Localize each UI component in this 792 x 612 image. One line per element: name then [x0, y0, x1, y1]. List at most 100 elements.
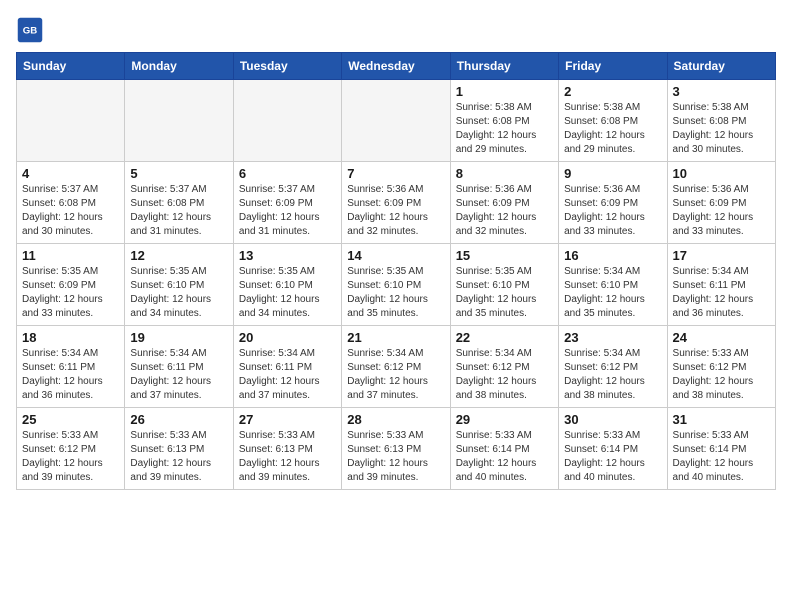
- day-info: Sunrise: 5:35 AM Sunset: 6:10 PM Dayligh…: [130, 265, 227, 321]
- calendar-cell: 29 Sunrise: 5:33 AM Sunset: 6:14 PM Dayli…: [450, 408, 558, 490]
- day-number: 5: [130, 166, 227, 181]
- day-number: 27: [239, 412, 336, 427]
- day-number: 16: [564, 248, 661, 263]
- calendar-cell: [125, 80, 233, 162]
- day-number: 23: [564, 330, 661, 345]
- logo-icon: GB: [16, 16, 44, 44]
- day-info: Sunrise: 5:36 AM Sunset: 6:09 PM Dayligh…: [456, 183, 553, 239]
- day-number: 9: [564, 166, 661, 181]
- day-number: 30: [564, 412, 661, 427]
- calendar-table: SundayMondayTuesdayWednesdayThursdayFrid…: [16, 52, 776, 490]
- svg-text:GB: GB: [23, 26, 37, 37]
- header-wednesday: Wednesday: [342, 53, 450, 80]
- day-info: Sunrise: 5:34 AM Sunset: 6:12 PM Dayligh…: [347, 347, 444, 403]
- calendar-week-3: 11 Sunrise: 5:35 AM Sunset: 6:09 PM Dayli…: [17, 244, 776, 326]
- calendar-cell: 12 Sunrise: 5:35 AM Sunset: 6:10 PM Dayli…: [125, 244, 233, 326]
- calendar-cell: 6 Sunrise: 5:37 AM Sunset: 6:09 PM Daylig…: [233, 162, 341, 244]
- day-number: 12: [130, 248, 227, 263]
- day-number: 3: [673, 84, 770, 99]
- calendar-week-5: 25 Sunrise: 5:33 AM Sunset: 6:12 PM Dayli…: [17, 408, 776, 490]
- calendar-cell: [233, 80, 341, 162]
- calendar-cell: 13 Sunrise: 5:35 AM Sunset: 6:10 PM Dayli…: [233, 244, 341, 326]
- day-info: Sunrise: 5:34 AM Sunset: 6:11 PM Dayligh…: [673, 265, 770, 321]
- calendar-cell: 30Sunrise: 5:33 AM Sunset: 6:14 PM Dayli…: [559, 408, 667, 490]
- calendar-cell: 5 Sunrise: 5:37 AM Sunset: 6:08 PM Daylig…: [125, 162, 233, 244]
- day-info: Sunrise: 5:37 AM Sunset: 6:08 PM Dayligh…: [130, 183, 227, 239]
- day-info: Sunrise: 5:33 AM Sunset: 6:13 PM Dayligh…: [239, 429, 336, 485]
- calendar-header-row: SundayMondayTuesdayWednesdayThursdayFrid…: [17, 53, 776, 80]
- day-info: Sunrise: 5:33 AM Sunset: 6:13 PM Dayligh…: [130, 429, 227, 485]
- day-info: Sunrise: 5:34 AM Sunset: 6:11 PM Dayligh…: [130, 347, 227, 403]
- calendar-week-1: 1Sunrise: 5:38 AM Sunset: 6:08 PM Daylig…: [17, 80, 776, 162]
- day-number: 20: [239, 330, 336, 345]
- calendar-cell: 15 Sunrise: 5:35 AM Sunset: 6:10 PM Dayli…: [450, 244, 558, 326]
- calendar-cell: 7Sunrise: 5:36 AM Sunset: 6:09 PM Daylig…: [342, 162, 450, 244]
- day-number: 21: [347, 330, 444, 345]
- day-info: Sunrise: 5:37 AM Sunset: 6:09 PM Dayligh…: [239, 183, 336, 239]
- day-number: 6: [239, 166, 336, 181]
- day-number: 22: [456, 330, 553, 345]
- day-number: 15: [456, 248, 553, 263]
- calendar-cell: 28 Sunrise: 5:33 AM Sunset: 6:13 PM Dayli…: [342, 408, 450, 490]
- day-number: 29: [456, 412, 553, 427]
- page-header: GB: [16, 16, 776, 44]
- calendar-cell: 8Sunrise: 5:36 AM Sunset: 6:09 PM Daylig…: [450, 162, 558, 244]
- calendar-cell: 31 Sunrise: 5:33 AM Sunset: 6:14 PM Dayli…: [667, 408, 775, 490]
- calendar-cell: 18 Sunrise: 5:34 AM Sunset: 6:11 PM Dayli…: [17, 326, 125, 408]
- calendar-cell: 22Sunrise: 5:34 AM Sunset: 6:12 PM Dayli…: [450, 326, 558, 408]
- calendar-cell: 2 Sunrise: 5:38 AM Sunset: 6:08 PM Daylig…: [559, 80, 667, 162]
- header-tuesday: Tuesday: [233, 53, 341, 80]
- day-info: Sunrise: 5:35 AM Sunset: 6:09 PM Dayligh…: [22, 265, 119, 321]
- day-info: Sunrise: 5:34 AM Sunset: 6:11 PM Dayligh…: [22, 347, 119, 403]
- day-number: 4: [22, 166, 119, 181]
- calendar-cell: 16 Sunrise: 5:34 AM Sunset: 6:10 PM Dayli…: [559, 244, 667, 326]
- calendar-cell: 11 Sunrise: 5:35 AM Sunset: 6:09 PM Dayli…: [17, 244, 125, 326]
- calendar-cell: [342, 80, 450, 162]
- day-info: Sunrise: 5:33 AM Sunset: 6:14 PM Dayligh…: [456, 429, 553, 485]
- calendar-cell: 20 Sunrise: 5:34 AM Sunset: 6:11 PM Dayli…: [233, 326, 341, 408]
- day-number: 11: [22, 248, 119, 263]
- day-info: Sunrise: 5:38 AM Sunset: 6:08 PM Dayligh…: [564, 101, 661, 157]
- day-number: 25: [22, 412, 119, 427]
- day-number: 14: [347, 248, 444, 263]
- day-info: Sunrise: 5:33 AM Sunset: 6:14 PM Dayligh…: [673, 429, 770, 485]
- day-info: Sunrise: 5:34 AM Sunset: 6:10 PM Dayligh…: [564, 265, 661, 321]
- day-info: Sunrise: 5:38 AM Sunset: 6:08 PM Dayligh…: [456, 101, 553, 157]
- day-info: Sunrise: 5:34 AM Sunset: 6:11 PM Dayligh…: [239, 347, 336, 403]
- calendar-cell: 10 Sunrise: 5:36 AM Sunset: 6:09 PM Dayli…: [667, 162, 775, 244]
- day-info: Sunrise: 5:35 AM Sunset: 6:10 PM Dayligh…: [456, 265, 553, 321]
- calendar-cell: 25 Sunrise: 5:33 AM Sunset: 6:12 PM Dayli…: [17, 408, 125, 490]
- day-info: Sunrise: 5:35 AM Sunset: 6:10 PM Dayligh…: [239, 265, 336, 321]
- day-number: 26: [130, 412, 227, 427]
- header-sunday: Sunday: [17, 53, 125, 80]
- day-info: Sunrise: 5:33 AM Sunset: 6:12 PM Dayligh…: [673, 347, 770, 403]
- day-info: Sunrise: 5:36 AM Sunset: 6:09 PM Dayligh…: [673, 183, 770, 239]
- day-number: 2: [564, 84, 661, 99]
- calendar-week-4: 18 Sunrise: 5:34 AM Sunset: 6:11 PM Dayli…: [17, 326, 776, 408]
- calendar-cell: 24Sunrise: 5:33 AM Sunset: 6:12 PM Dayli…: [667, 326, 775, 408]
- calendar-cell: 14Sunrise: 5:35 AM Sunset: 6:10 PM Dayli…: [342, 244, 450, 326]
- logo: GB: [16, 16, 48, 44]
- day-info: Sunrise: 5:34 AM Sunset: 6:12 PM Dayligh…: [564, 347, 661, 403]
- day-number: 10: [673, 166, 770, 181]
- calendar-cell: 9 Sunrise: 5:36 AM Sunset: 6:09 PM Daylig…: [559, 162, 667, 244]
- day-number: 18: [22, 330, 119, 345]
- calendar-cell: 1Sunrise: 5:38 AM Sunset: 6:08 PM Daylig…: [450, 80, 558, 162]
- header-saturday: Saturday: [667, 53, 775, 80]
- day-info: Sunrise: 5:38 AM Sunset: 6:08 PM Dayligh…: [673, 101, 770, 157]
- calendar-cell: 19Sunrise: 5:34 AM Sunset: 6:11 PM Dayli…: [125, 326, 233, 408]
- calendar-cell: 26 Sunrise: 5:33 AM Sunset: 6:13 PM Dayli…: [125, 408, 233, 490]
- header-friday: Friday: [559, 53, 667, 80]
- header-thursday: Thursday: [450, 53, 558, 80]
- day-info: Sunrise: 5:36 AM Sunset: 6:09 PM Dayligh…: [564, 183, 661, 239]
- day-number: 13: [239, 248, 336, 263]
- calendar-cell: [17, 80, 125, 162]
- day-number: 28: [347, 412, 444, 427]
- day-info: Sunrise: 5:33 AM Sunset: 6:13 PM Dayligh…: [347, 429, 444, 485]
- day-info: Sunrise: 5:36 AM Sunset: 6:09 PM Dayligh…: [347, 183, 444, 239]
- day-number: 31: [673, 412, 770, 427]
- calendar-cell: 21 Sunrise: 5:34 AM Sunset: 6:12 PM Dayli…: [342, 326, 450, 408]
- day-info: Sunrise: 5:33 AM Sunset: 6:12 PM Dayligh…: [22, 429, 119, 485]
- calendar-cell: 4Sunrise: 5:37 AM Sunset: 6:08 PM Daylig…: [17, 162, 125, 244]
- day-number: 17: [673, 248, 770, 263]
